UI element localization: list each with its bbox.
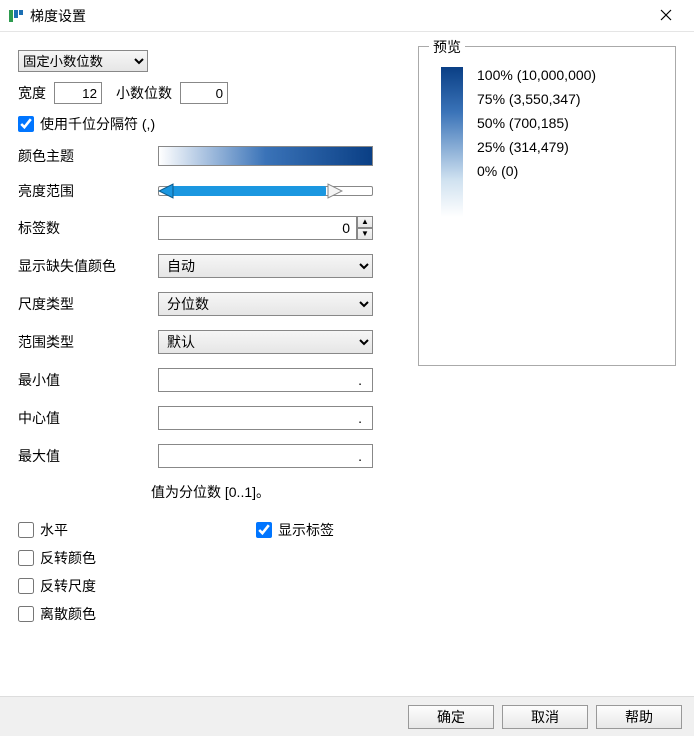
width-input[interactable] — [54, 82, 102, 104]
max-label: 最大值 — [18, 446, 158, 466]
min-label: 最小值 — [18, 370, 158, 390]
color-theme-picker[interactable] — [158, 146, 373, 166]
invert-scale-label: 反转尺度 — [40, 576, 96, 596]
preview-gradient — [441, 67, 463, 217]
center-label: 中心值 — [18, 408, 158, 428]
color-theme-label: 颜色主题 — [18, 146, 158, 166]
window-title: 梯度设置 — [30, 6, 86, 26]
close-icon — [660, 8, 672, 24]
labels-count-down[interactable]: ▼ — [357, 228, 373, 240]
missing-color-label: 显示缺失值颜色 — [18, 256, 158, 276]
scale-type-label: 尺度类型 — [18, 294, 158, 314]
preview-panel: 预览 100% (10,000,000) 75% (3,550,347) 50%… — [418, 46, 676, 366]
scale-type-select[interactable]: 分位数 — [158, 292, 373, 316]
range-type-select[interactable]: 默认 — [158, 330, 373, 354]
help-button[interactable]: 帮助 — [596, 705, 682, 729]
thousand-sep-checkbox[interactable] — [18, 116, 34, 132]
preview-item: 0% (0) — [477, 163, 596, 179]
max-input[interactable] — [158, 444, 373, 468]
min-input[interactable] — [158, 368, 373, 392]
brightness-label: 亮度范围 — [18, 181, 158, 201]
titlebar: 梯度设置 — [0, 0, 694, 32]
center-input[interactable] — [158, 406, 373, 430]
range-type-label: 范围类型 — [18, 332, 158, 352]
slider-thumb-left[interactable] — [158, 182, 174, 200]
preview-item: 75% (3,550,347) — [477, 91, 596, 107]
close-button[interactable] — [646, 2, 686, 30]
thousand-sep-label: 使用千位分隔符 (,) — [40, 114, 155, 134]
button-bar: 确定 取消 帮助 — [0, 696, 694, 736]
preview-item: 25% (314,479) — [477, 139, 596, 155]
invert-scale-checkbox[interactable] — [18, 578, 34, 594]
labels-count-label: 标签数 — [18, 218, 158, 238]
ok-button[interactable]: 确定 — [408, 705, 494, 729]
show-labels-label: 显示标签 — [278, 520, 334, 540]
labels-count-input[interactable] — [158, 216, 357, 240]
discrete-label: 离散颜色 — [40, 604, 96, 624]
preview-item: 50% (700,185) — [477, 115, 596, 131]
cancel-button[interactable]: 取消 — [502, 705, 588, 729]
app-icon — [8, 8, 24, 24]
show-labels-checkbox[interactable] — [256, 522, 272, 538]
invert-colors-checkbox[interactable] — [18, 550, 34, 566]
brightness-slider[interactable] — [158, 180, 373, 202]
preview-labels: 100% (10,000,000) 75% (3,550,347) 50% (7… — [477, 67, 596, 217]
slider-thumb-right[interactable] — [327, 182, 343, 200]
discrete-checkbox[interactable] — [18, 606, 34, 622]
invert-colors-label: 反转颜色 — [40, 548, 96, 568]
preview-title: 预览 — [429, 37, 465, 57]
decimals-input[interactable] — [180, 82, 228, 104]
missing-color-select[interactable]: 自动 — [158, 254, 373, 278]
decimals-label: 小数位数 — [116, 83, 172, 103]
hint-text: 值为分位数 [0..1]。 — [18, 482, 403, 502]
width-label: 宽度 — [18, 83, 46, 103]
format-select[interactable]: 固定小数位数 — [18, 50, 148, 72]
labels-count-up[interactable]: ▲ — [357, 216, 373, 228]
preview-item: 100% (10,000,000) — [477, 67, 596, 83]
horizontal-label: 水平 — [40, 520, 68, 540]
horizontal-checkbox[interactable] — [18, 522, 34, 538]
